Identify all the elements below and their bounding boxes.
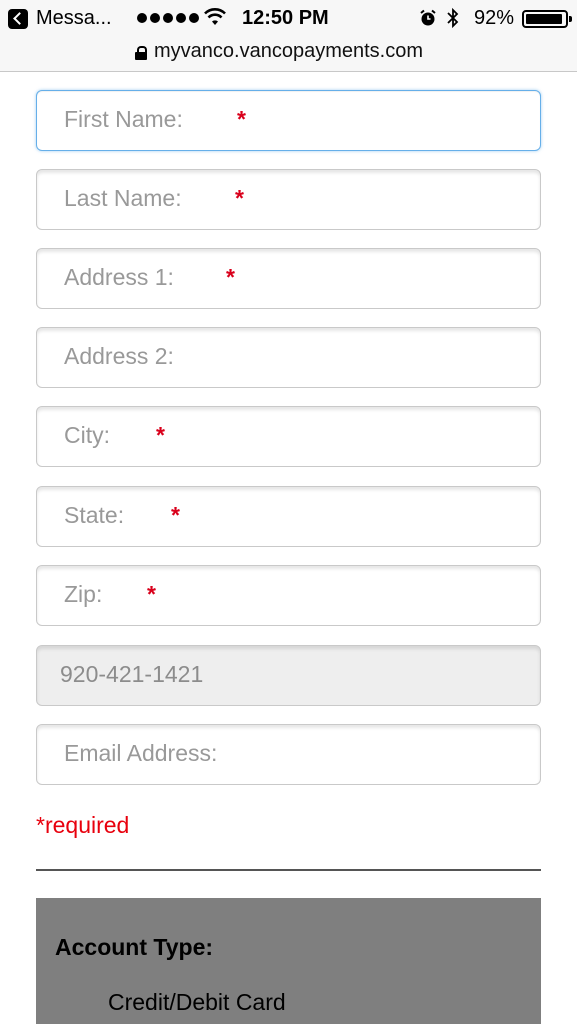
required-mark: * <box>235 185 244 211</box>
account-type-title: Account Type: <box>55 934 214 960</box>
last-name-placeholder: Last Name: <box>64 185 182 211</box>
account-type-section: Account Type: Credit/Debit Card <box>36 898 541 1024</box>
email-placeholder: Email Address: <box>64 740 218 766</box>
url-bar[interactable]: myvanco.vancopayments.com <box>0 36 577 72</box>
account-type-option-card[interactable]: Credit/Debit Card <box>108 988 286 1016</box>
city-input[interactable]: City: * <box>36 406 541 467</box>
address2-placeholder: Address 2: <box>64 343 174 369</box>
divider <box>36 869 541 871</box>
back-app-label[interactable]: Messa... <box>36 6 112 30</box>
phone-value: 920-421-1421 <box>60 661 204 687</box>
last-name-input[interactable]: Last Name: * <box>36 169 541 230</box>
alarm-icon <box>420 9 436 26</box>
required-mark: * <box>237 106 246 132</box>
clock-time: 12:50 PM <box>242 7 329 29</box>
required-mark: * <box>156 422 165 448</box>
battery-percent: 92% <box>474 7 515 29</box>
zip-placeholder: Zip: <box>64 581 103 607</box>
phone-input: 920-421-1421 <box>36 645 541 706</box>
status-bar: Messa... 12:50 PM 92% <box>0 0 577 36</box>
first-name-placeholder: First Name: <box>64 106 183 132</box>
state-placeholder: State: <box>64 502 125 528</box>
state-input[interactable]: State: * <box>36 486 541 547</box>
bluetooth-icon <box>447 7 459 29</box>
address1-input[interactable]: Address 1: * <box>36 248 541 309</box>
back-to-app-icon[interactable] <box>8 9 28 29</box>
wifi-icon <box>204 8 226 25</box>
city-placeholder: City: <box>64 422 110 448</box>
required-mark: * <box>147 581 156 607</box>
url-text[interactable]: myvanco.vancopayments.com <box>154 39 423 63</box>
first-name-input[interactable]: First Name: * <box>36 90 541 151</box>
zip-input[interactable]: Zip: * <box>36 565 541 626</box>
required-note: *required <box>36 812 130 838</box>
signal-strength-icon <box>137 13 199 23</box>
required-mark: * <box>226 264 235 290</box>
lock-icon <box>135 46 147 60</box>
battery-icon <box>522 10 572 28</box>
address1-placeholder: Address 1: <box>64 264 174 290</box>
required-mark: * <box>171 502 180 528</box>
address2-input[interactable]: Address 2: <box>36 327 541 388</box>
email-input[interactable]: Email Address: <box>36 724 541 785</box>
